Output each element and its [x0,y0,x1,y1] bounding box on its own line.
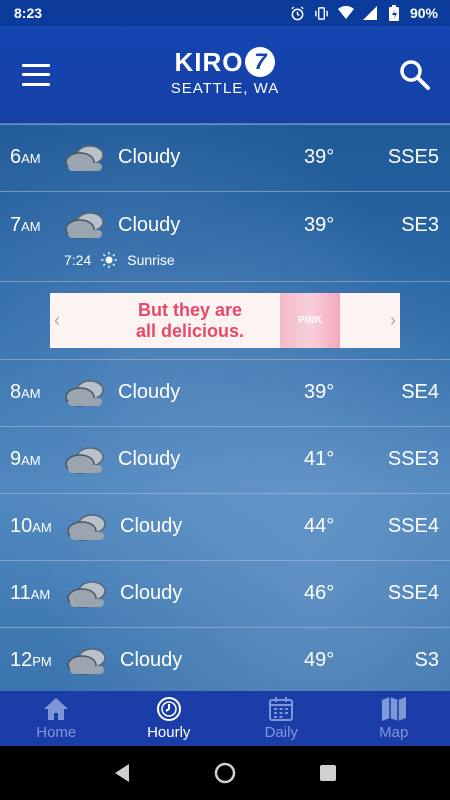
temperature: 39° [304,381,335,403]
bottom-tab-bar: Home Hourly Daily Map [0,691,450,746]
tab-home[interactable]: Home [0,691,113,746]
condition-text: Cloudy [118,448,181,470]
temperature: 49° [304,649,335,671]
tab-label: Home [36,724,77,741]
brand: KIRO 7 SEATTLE, WA [171,47,280,97]
wind: SE4 [401,381,439,403]
ad-banner[interactable]: ‹ But they are all delicious. PINK › [50,293,400,348]
cloudy-icon [67,580,106,608]
temperature: 44° [304,515,335,537]
recents-icon [320,765,337,781]
hour-row[interactable]: 10AM Cloudy 44° SSE4 [0,493,450,559]
vibrate-icon [314,5,330,21]
hour-row[interactable]: 6AM Cloudy 39° SSE5 [0,124,450,190]
ad-next-icon[interactable]: › [390,310,396,331]
wifi-icon [337,5,354,21]
clock-icon [156,697,181,721]
cloudy-icon [65,446,104,474]
condition-text: Cloudy [118,146,181,168]
cloudy-icon [67,513,106,541]
logo-text: KIRO [174,46,244,77]
home-circle-icon [214,762,236,784]
sunrise-time: 7:24 [64,252,92,268]
signal-icon [362,5,378,21]
city-label: SEATTLE, WA [170,79,280,97]
hour-time: 7AM [10,213,41,236]
hour-time: 10AM [10,515,52,537]
temperature: 39° [304,146,335,168]
recents-button[interactable] [315,760,341,786]
battery-percent: 90% [409,5,438,21]
hour-row[interactable]: 8AM Cloudy 39° SE4 [0,359,450,425]
tab-label: Map [379,724,409,741]
battery-icon [386,5,402,21]
status-time: 8:23 [14,5,43,21]
logo-number: 7 [245,47,276,77]
search-icon [400,59,430,90]
tab-map[interactable]: Map [338,691,450,746]
hour-row[interactable]: 11AM Cloudy 46° SSE4 [0,560,450,626]
condition-text: Cloudy [120,515,183,537]
wind: SE3 [401,213,439,236]
wind: SSE4 [387,515,439,537]
ad-banner-row: ‹ But they are all delicious. PINK › [0,281,450,359]
kiro7-logo: KIRO 7 [174,46,276,78]
temperature: 39° [304,213,335,236]
menu-icon [22,63,50,67]
cloudy-icon [65,212,104,239]
wind: SSE4 [387,582,439,604]
hour-time: 12PM [10,649,52,671]
hour-row[interactable]: 7AM Cloudy 39° SE3 7:24 Sunrise [0,191,450,281]
menu-button[interactable] [22,63,52,86]
sunrise-info: 7:24 Sunrise [64,252,175,268]
search-button[interactable] [398,58,432,92]
cloudy-icon [65,144,104,172]
home-icon [44,698,69,720]
tab-hourly[interactable]: Hourly [113,691,226,746]
condition-text: Cloudy [118,381,181,403]
map-icon [381,697,406,721]
hour-time: 11AM [10,582,51,604]
hour-time: 9AM [10,448,41,470]
cloudy-icon [65,379,104,407]
hour-row[interactable]: 9AM Cloudy 41° SSE3 [0,426,450,492]
hourly-forecast-list[interactable]: 6AM Cloudy 39° SSE5 7AM Cloudy 39° SE3 7… [0,124,450,691]
condition-text: Cloudy [118,213,181,236]
hour-time: 6AM [10,146,41,168]
tab-label: Hourly [147,724,191,741]
tab-daily[interactable]: Daily [225,691,338,746]
tab-label: Daily [264,724,298,741]
alarm-icon [290,5,306,21]
condition-text: Cloudy [120,649,183,671]
sunrise-label: Sunrise [127,252,175,268]
wind: SSE5 [387,146,439,168]
home-nav-button[interactable] [212,760,238,786]
ad-prev-icon[interactable]: ‹ [54,310,60,331]
wind: S3 [414,649,439,671]
temperature: 41° [304,448,335,470]
status-icons: 90% [290,5,438,21]
hour-row[interactable]: 12PM Cloudy 49° S3 [0,627,450,691]
back-button[interactable] [109,760,135,786]
ad-text: But they are all delicious. [135,299,245,341]
hour-time: 8AM [10,381,41,403]
back-icon [114,764,129,782]
status-bar: 8:23 90% [0,0,450,26]
system-nav-bar [0,746,450,800]
ad-bottle-image: PINK [280,293,340,348]
app-header: KIRO 7 SEATTLE, WA [0,26,450,124]
temperature: 46° [304,582,335,604]
condition-text: Cloudy [120,582,183,604]
sun-icon [101,252,118,268]
cloudy-icon [67,647,106,675]
wind: SSE3 [387,448,439,470]
calendar-icon [269,697,294,721]
